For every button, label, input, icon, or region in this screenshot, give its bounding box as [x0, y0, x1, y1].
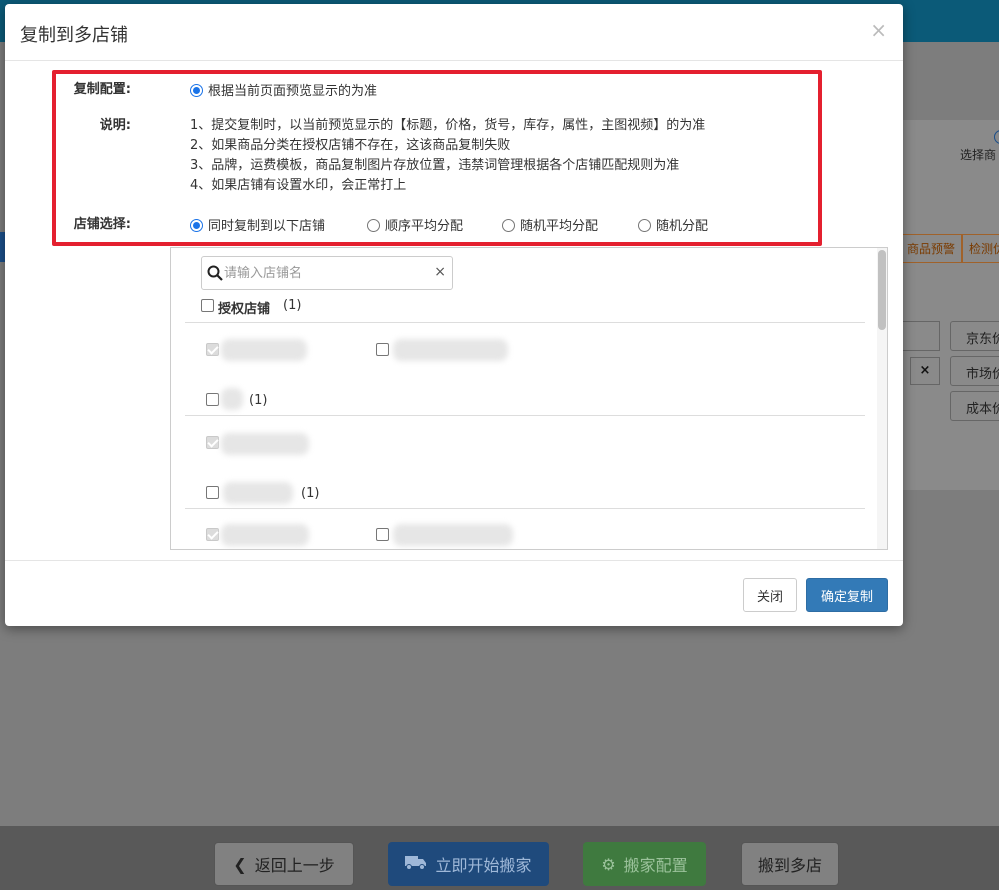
start-move-button[interactable]: 立即开始搬家	[388, 842, 549, 886]
back-button-label: 返回上一步	[254, 856, 335, 875]
chevron-left-icon: ❮	[233, 854, 247, 874]
divider	[185, 322, 865, 323]
move-config-button[interactable]: ⚙ 搬家配置	[583, 842, 706, 886]
store-name-redacted	[221, 433, 309, 455]
authorized-stores-count: (1)	[283, 298, 302, 313]
store-name-redacted	[221, 339, 307, 361]
store-list-panel: × 授权店铺 (1) (1) (1)	[170, 247, 888, 550]
divider	[185, 508, 865, 509]
modal-title: 复制到多店铺	[20, 25, 128, 46]
store-name-redacted	[393, 339, 508, 361]
copy-config-label: 复制配置:	[73, 82, 131, 97]
option-random-label: 随机分配	[656, 219, 709, 234]
radio-icon[interactable]	[638, 219, 651, 232]
modal-header: 复制到多店铺 ×	[5, 4, 903, 61]
option-sequential-label: 顺序平均分配	[385, 219, 464, 234]
modal-footer: 关闭 确定复制	[5, 560, 903, 626]
truck-icon	[405, 854, 427, 874]
tab-product-warning[interactable]: 商品预警	[900, 234, 963, 263]
store-group-checkbox[interactable]	[206, 393, 219, 406]
store-group-count: (1)	[301, 486, 320, 501]
scrollbar-thumb[interactable]	[878, 250, 886, 330]
store-group-name-redacted	[223, 482, 293, 504]
authorized-stores-checkbox[interactable]	[201, 299, 214, 312]
background-input[interactable]	[900, 321, 940, 351]
copy-config-option-label: 根据当前页面预览显示的为准	[208, 84, 378, 99]
store-select-label: 店铺选择:	[73, 217, 131, 232]
store-search-box: ×	[201, 256, 453, 290]
confirm-copy-button[interactable]: 确定复制	[806, 578, 888, 612]
store-group-name-redacted	[221, 388, 243, 410]
store-group-checkbox[interactable]	[206, 486, 219, 499]
copy-config-option[interactable]: 根据当前页面预览显示的为准	[190, 80, 377, 99]
clear-search-icon[interactable]: ×	[434, 264, 446, 280]
copy-multi-store-modal: 复制到多店铺 × 复制配置: 根据当前页面预览显示的为准 说明: 1、提交复制时…	[5, 4, 903, 626]
store-checkbox[interactable]	[376, 528, 389, 541]
gears-icon: ⚙	[601, 854, 616, 874]
background-clear-button[interactable]: ×	[910, 357, 940, 385]
tab-detect[interactable]: 检测优	[962, 234, 999, 263]
notes-label: 说明:	[99, 118, 131, 133]
store-group-count: (1)	[249, 393, 268, 408]
store-checkbox[interactable]	[206, 343, 219, 356]
store-name-redacted	[221, 524, 309, 546]
store-name-redacted	[393, 524, 513, 546]
step-label: 选择商	[960, 148, 997, 162]
note-line-1: 1、提交复制时，以当前预览显示的【标题，价格，货号，库存，属性，主图视频】的为准	[190, 118, 706, 133]
option-copy-all-label: 同时复制到以下店铺	[208, 219, 326, 234]
store-checkbox[interactable]	[206, 436, 219, 449]
option-random-average[interactable]: 随机平均分配	[502, 215, 598, 234]
cost-price-button[interactable]: 成本价	[950, 391, 999, 421]
search-icon	[207, 265, 223, 281]
back-button[interactable]: ❮ 返回上一步	[214, 842, 354, 886]
radio-selected-icon[interactable]	[190, 84, 203, 97]
jd-price-button[interactable]: 京东价	[950, 321, 999, 351]
move-multi-store-button[interactable]: 搬到多店	[741, 842, 839, 886]
market-price-button[interactable]: 市场价	[950, 356, 999, 386]
radio-icon[interactable]	[367, 219, 380, 232]
option-copy-all[interactable]: 同时复制到以下店铺	[190, 215, 325, 234]
option-random[interactable]: 随机分配	[638, 215, 708, 234]
store-checkbox[interactable]	[206, 528, 219, 541]
authorized-stores-label: 授权店铺	[218, 302, 271, 317]
note-line-3: 3、品牌，运费模板，商品复制图片存放位置，违禁词管理根据各个店铺匹配规则为准	[190, 158, 680, 173]
move-config-label: 搬家配置	[623, 856, 688, 875]
radio-icon[interactable]	[502, 219, 515, 232]
option-sequential[interactable]: 顺序平均分配	[367, 215, 463, 234]
close-icon[interactable]: ×	[870, 18, 887, 42]
step-indicator: 选择商	[960, 130, 999, 163]
scrollbar[interactable]	[877, 248, 887, 549]
note-line-4: 4、如果店铺有设置水印，会正常打上	[190, 178, 407, 193]
option-random-average-label: 随机平均分配	[520, 219, 599, 234]
store-search-input[interactable]	[224, 263, 434, 283]
background-tabs: 商品预警 检测优	[900, 234, 999, 263]
radio-selected-icon[interactable]	[190, 219, 203, 232]
divider	[185, 415, 865, 416]
close-button[interactable]: 关闭	[743, 578, 797, 612]
start-move-label: 立即开始搬家	[435, 856, 532, 875]
note-line-2: 2、如果商品分类在授权店铺不存在，这该商品复制失败	[190, 138, 511, 153]
store-checkbox[interactable]	[376, 343, 389, 356]
